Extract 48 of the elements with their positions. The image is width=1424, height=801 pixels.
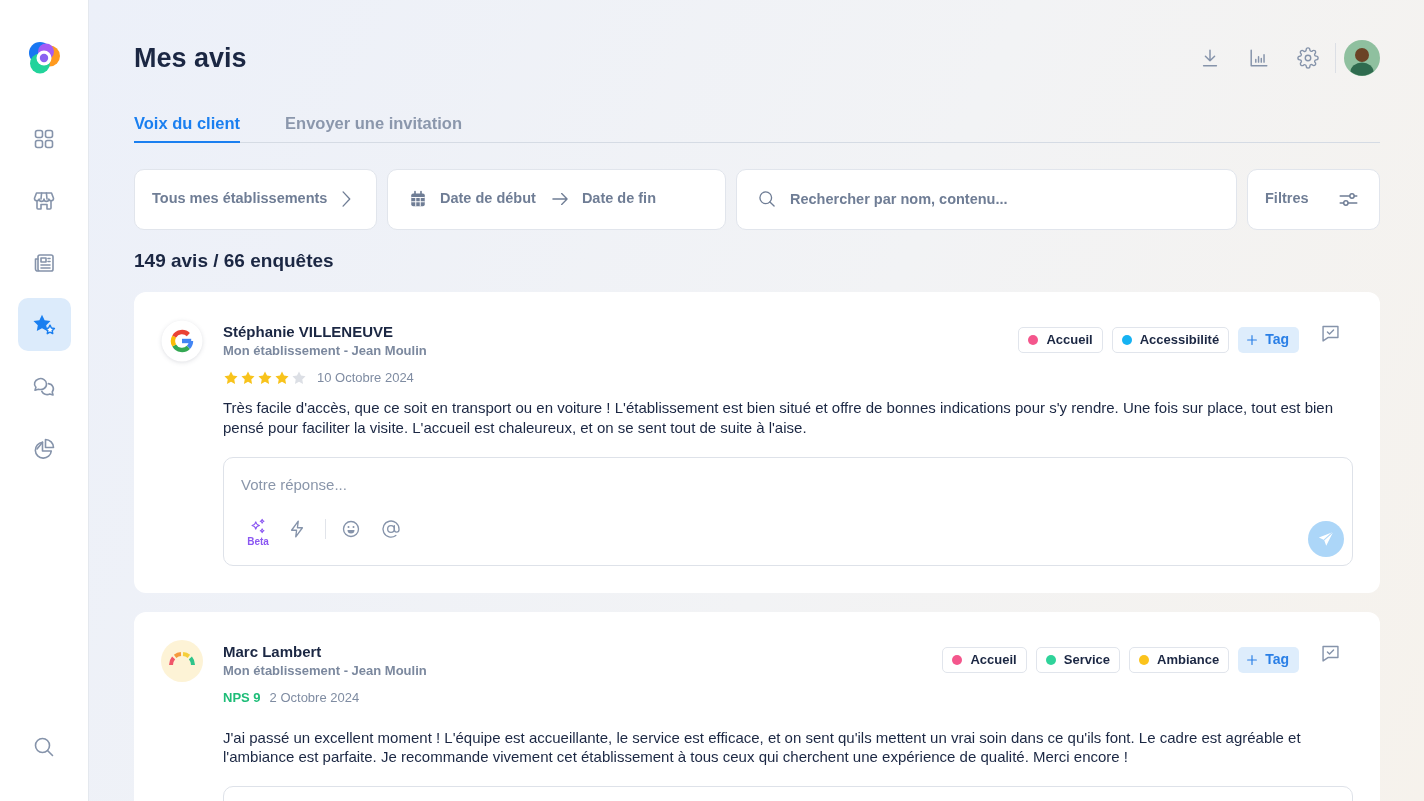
- review-date: 2 Octobre 2024: [269, 688, 360, 707]
- send-icon: [1317, 529, 1335, 548]
- ai-suggest-button[interactable]: Beta: [245, 517, 271, 548]
- add-tag-button[interactable]: Tag: [1238, 646, 1299, 673]
- pie-chart-icon: [32, 436, 56, 461]
- tag-label: Ambiance: [1157, 650, 1220, 669]
- review-date: 10 Octobre 2024: [317, 368, 414, 387]
- start-date-button[interactable]: Date de début: [440, 188, 536, 210]
- filters-button[interactable]: Filtres: [1247, 168, 1380, 230]
- sparkles-icon: [249, 517, 267, 536]
- establishment-name: Mon établissement - Jean Moulin: [223, 341, 428, 360]
- at-sign-icon[interactable]: [381, 518, 401, 539]
- establishment-select[interactable]: Tous mes établissements: [134, 168, 377, 230]
- plus-icon: [1245, 652, 1260, 667]
- search-icon: [757, 189, 777, 209]
- page-title: Mes avis: [134, 42, 247, 75]
- plus-icon: [1245, 332, 1260, 347]
- smiley-icon[interactable]: [341, 518, 361, 539]
- review-text: J'ai passé un excellent moment ! L'équipe est accueillante, le service est efficace, et on sent qu'ils mettent un vrai soin dans ce qu'ils font. Le cadre est agréable et l'ambiance est parfaite. Je recommande vivement cet établissement à tous ceux qui cherchent une expérience de qualité. Merci encore !: [223, 727, 1302, 767]
- reviewer-name: Marc Lambert: [223, 641, 323, 662]
- end-date-button[interactable]: Date de fin: [581, 188, 656, 210]
- reviewer-name: Stéphanie VILLENEUVE: [223, 321, 395, 342]
- reply-field[interactable]: Votre réponse...: [241, 473, 1344, 496]
- star-icon: [223, 369, 239, 386]
- gauge-icon: [161, 639, 203, 682]
- star-icon: [291, 369, 307, 386]
- tag-label: Service: [1063, 650, 1110, 669]
- star-icon: [240, 369, 256, 386]
- calendar-icon: [409, 190, 427, 208]
- search-icon[interactable]: [32, 735, 56, 759]
- review-text: Très facile d'accès, que ce soit en transport ou en voiture ! L'établissement est bien situé et offre de bonnes indications pour s'y rendre. Une fois sur place, tout est bien pensé pour faciliter la visite. L'accueil est chaleureux, et on se sent tout de suite à l'aise.: [223, 397, 1335, 438]
- tag-label: Accueil: [1046, 330, 1093, 349]
- nps-score: NPS 9: [223, 688, 261, 707]
- tab[interactable]: Voix du client: [134, 112, 241, 143]
- search-bar[interactable]: Rechercher par nom, contenu...: [736, 168, 1237, 230]
- tab[interactable]: Envoyer une invitation: [285, 112, 462, 143]
- tag-label: Accessibilité: [1139, 330, 1220, 349]
- tag-label: Accueil: [970, 650, 1017, 669]
- review-count: 149 avis / 66 enquêtes: [134, 248, 335, 273]
- establishment-name: Mon établissement - Jean Moulin: [223, 661, 428, 680]
- star-icon: [274, 369, 290, 386]
- bar-chart-icon[interactable]: [1248, 47, 1270, 69]
- star-icon: [257, 369, 273, 386]
- search-field[interactable]: Rechercher par nom, contenu...: [790, 188, 1220, 210]
- sidebar-item[interactable]: [17, 298, 71, 351]
- settings-icon[interactable]: [1297, 47, 1319, 69]
- avatar-icon[interactable]: [1344, 40, 1380, 76]
- add-tag-button[interactable]: Tag: [1238, 326, 1299, 353]
